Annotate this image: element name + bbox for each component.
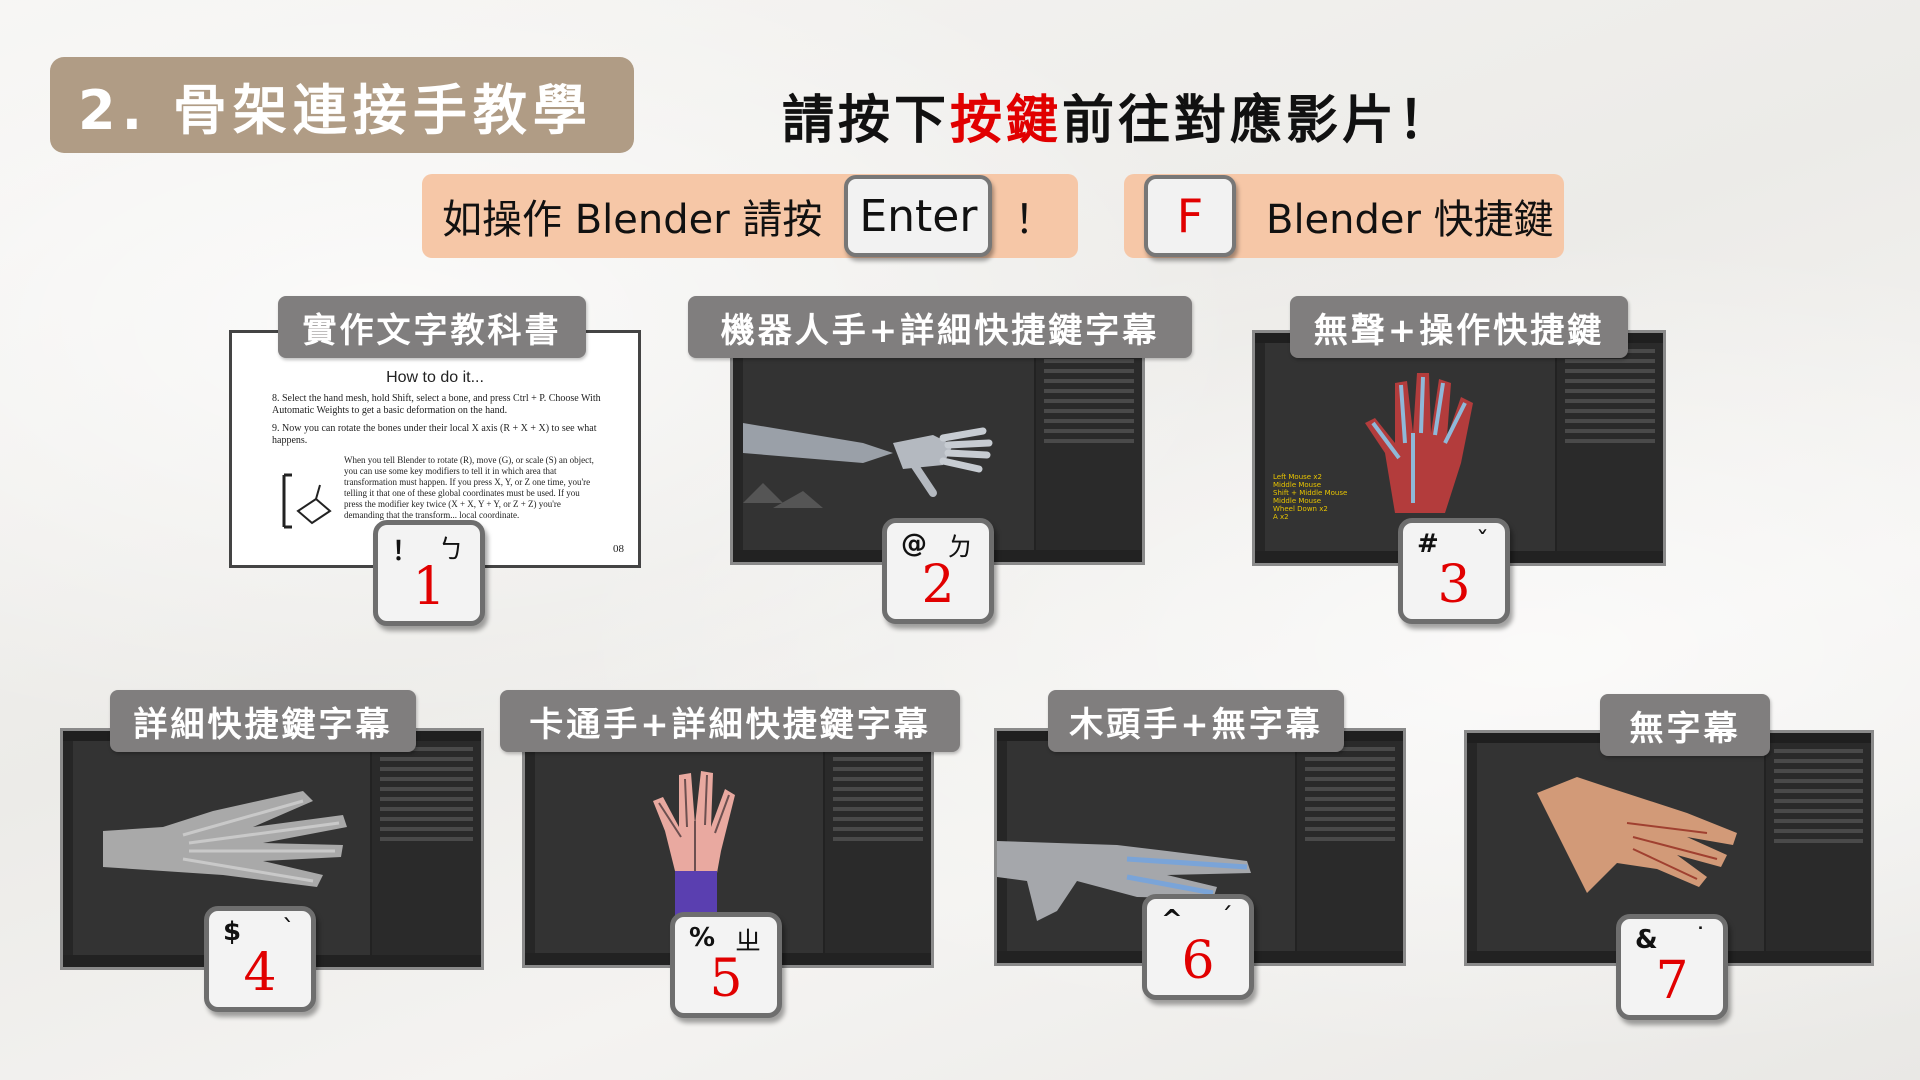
f-key[interactable]: F: [1144, 175, 1236, 257]
key-5[interactable]: % ㄓ 5: [670, 912, 782, 1018]
enter-key[interactable]: Enter: [844, 175, 993, 257]
key-7-zhuyin: ˙: [1694, 923, 1707, 953]
doc-heading: How to do it...: [386, 369, 484, 386]
skin-hand-image: [1537, 777, 1737, 893]
key-1-number: 1: [412, 557, 446, 617]
key-3-zhuyin: ˇ: [1476, 527, 1489, 557]
doc-step-9: 9. Now you can rotate the bones under th…: [272, 423, 597, 446]
gray-hand-image: [103, 791, 347, 887]
key-2-number: 2: [921, 555, 955, 615]
video-label-5: 卡通手+詳細快捷鍵字幕: [500, 690, 960, 752]
shortcut-instruction-text: Blender 快捷鍵: [1266, 197, 1554, 243]
headline-red: 按鍵: [950, 91, 1063, 151]
key-3-number: 3: [1437, 555, 1471, 615]
enter-instruction: 如操作 Blender 請按 Enter ！: [422, 174, 1078, 258]
shortcut-instruction: F Blender 快捷鍵: [1124, 174, 1564, 258]
headline: 請按下按鍵前往對應影片！: [782, 78, 1454, 153]
shortcut-overlay: Left Mouse x2 Middle Mouse Shift + Middl…: [1273, 473, 1348, 521]
section-title: 2. 骨架連接手教學: [50, 57, 634, 153]
key-6-zhuyin: ˊ: [1220, 903, 1233, 933]
key-7[interactable]: & ˙ 7: [1616, 914, 1728, 1020]
key-4-number: 4: [243, 943, 277, 1003]
enter-instruction-end: ！: [1014, 197, 1055, 243]
headline-post: 前往對應影片！: [1062, 91, 1455, 151]
key-1[interactable]: ！ ㄅ 1: [373, 520, 485, 626]
key-4-zhuyin: ˋ: [282, 915, 295, 945]
headline-pre: 請按下: [782, 91, 951, 151]
key-7-number: 7: [1655, 951, 1689, 1011]
key-5-number: 5: [709, 949, 743, 1009]
doc-note: When you tell Blender to rotate (R), mov…: [344, 455, 594, 520]
enter-instruction-text: 如操作 Blender 請按: [442, 197, 823, 243]
note-icon: [282, 473, 332, 529]
video-label-3: 無聲+操作快捷鍵: [1290, 296, 1628, 358]
key-6[interactable]: ^ ˊ 6: [1142, 894, 1254, 1000]
key-6-number: 6: [1181, 931, 1215, 991]
red-hand-image: [1365, 373, 1473, 513]
section-title-text: 2. 骨架連接手教學: [78, 78, 593, 142]
key-2[interactable]: @ ㄉ 2: [882, 518, 994, 624]
video-label-2: 機器人手+詳細快捷鍵字幕: [688, 296, 1192, 358]
video-label-4: 詳細快捷鍵字幕: [110, 690, 416, 752]
key-3[interactable]: # ˇ 3: [1398, 518, 1510, 624]
video-label-6: 木頭手+無字幕: [1048, 690, 1344, 752]
robot-hand-image: [743, 423, 993, 508]
doc-page-number: 08: [613, 543, 624, 555]
video-label-7: 無字幕: [1600, 694, 1770, 756]
doc-step-8: 8. Select the hand mesh, hold Shift, sel…: [272, 393, 601, 416]
video-label-1: 實作文字教科書: [278, 296, 586, 358]
key-4[interactable]: $ ˋ 4: [204, 906, 316, 1012]
